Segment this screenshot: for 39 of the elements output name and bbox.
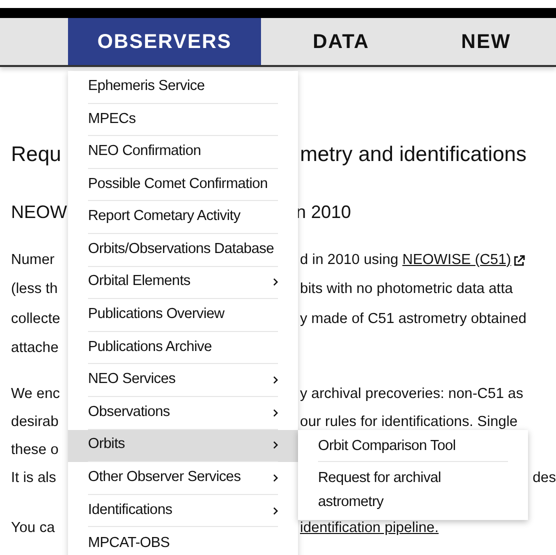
paragraph-text: We enc <box>11 386 60 402</box>
paragraph-text: d in 2010 using <box>300 250 398 270</box>
menu-item[interactable]: Ephemeris Service <box>68 71 298 104</box>
nav-tab[interactable]: DATA <box>261 18 421 65</box>
paragraph-text: these o <box>11 442 59 458</box>
nav-tab[interactable]: OBSERVERS <box>68 18 261 65</box>
paragraph-text: It is als <box>11 470 56 486</box>
menu-item[interactable]: Orbits/Observations Database <box>68 234 298 267</box>
paragraph-text: Numer <box>11 252 55 268</box>
menu-item[interactable]: Report Cometary Activity <box>68 201 298 234</box>
paragraph-text: y archival precoveries: non-C51 as <box>300 385 524 404</box>
menu-item[interactable]: Possible Comet Confirmation <box>68 168 298 202</box>
paragraph-text: bits with no photometric data atta <box>300 280 513 300</box>
paragraph-text: (less th <box>11 281 58 298</box>
paragraph-text: attache <box>11 340 59 356</box>
paragraph-text: y made of C51 astrometry obtained <box>300 310 526 329</box>
paragraph-text: des <box>532 469 556 488</box>
menu-item[interactable]: MPECs <box>68 104 298 136</box>
paragraph-text: desirab <box>11 414 59 430</box>
paragraph-text: You ca <box>11 520 55 536</box>
menu-item[interactable]: Observations <box>68 396 298 430</box>
menu-item[interactable]: NEO Services <box>68 364 298 397</box>
submenu-item[interactable]: Request for archival astrometry <box>318 462 508 520</box>
heading-text: metry and identifications <box>300 142 526 168</box>
menu-item[interactable]: Publications Overview <box>68 299 298 332</box>
text-link[interactable]: identification pipeline. <box>300 518 439 540</box>
menu-item[interactable]: Identifications <box>68 494 298 528</box>
subheading-text: NEOW <box>11 202 67 222</box>
nav-tab[interactable]: NEW <box>421 18 551 65</box>
menu-item[interactable]: Orbital Elements <box>68 266 298 300</box>
menu-item[interactable]: NEO Confirmation <box>68 136 298 169</box>
menu-item[interactable]: Other Observer Services <box>68 462 298 495</box>
text-link[interactable]: NEOWISE (C51) <box>402 250 512 272</box>
paragraph-text: our rules for identifications. Single <box>300 413 518 432</box>
menu-item[interactable]: MPCAT-OBS <box>68 527 298 555</box>
paragraph-text: collecte <box>11 310 60 327</box>
menu-item[interactable]: Publications Archive <box>68 332 298 364</box>
menu-item[interactable]: Orbits <box>68 430 298 462</box>
heading-text: Requ <box>11 143 62 166</box>
